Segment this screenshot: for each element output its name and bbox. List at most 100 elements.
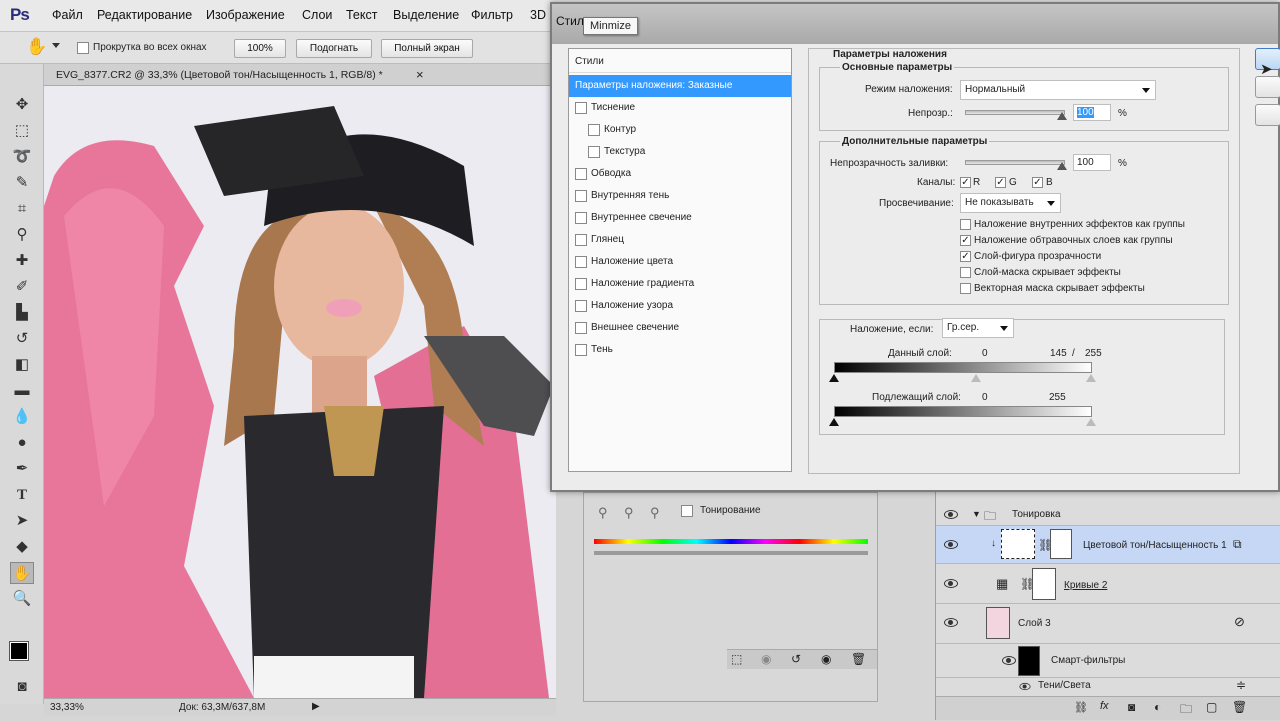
stamp-tool-icon[interactable]: ▙ — [10, 302, 34, 324]
menu-file[interactable]: Файл — [52, 8, 83, 22]
style-item-outer-glow[interactable]: Внешнее свечение — [569, 317, 791, 339]
eyedropper-minus-icon[interactable]: ⚲ — [650, 505, 660, 521]
eraser-tool-icon[interactable]: ◧ — [10, 354, 34, 376]
trash-icon[interactable]: 🗑 — [851, 652, 866, 666]
fill-opacity-slider[interactable] — [965, 160, 1065, 165]
menu-3d[interactable]: 3D — [530, 8, 546, 22]
clip-to-layer-icon[interactable]: ⬚ — [731, 652, 742, 666]
this-layer-split-thumb[interactable] — [971, 374, 981, 382]
filter-options-icon[interactable]: ≑ — [1236, 678, 1246, 692]
this-layer-black-thumb[interactable] — [829, 374, 839, 382]
style-checkbox[interactable] — [588, 146, 600, 158]
style-item-texture[interactable]: Текстура — [569, 141, 791, 163]
marquee-tool-icon[interactable]: ⬚ — [10, 120, 34, 142]
eyedropper-tool-icon[interactable]: ⚲ — [10, 224, 34, 246]
style-item-blending-options[interactable]: Параметры наложения: Заказные — [569, 75, 791, 97]
expand-chevron-icon[interactable]: ▼ — [972, 509, 981, 519]
add-mask-icon[interactable]: ◙ — [1128, 700, 1135, 714]
link-layers-icon[interactable]: ⛓ — [1074, 701, 1088, 714]
blur-tool-icon[interactable]: 💧 — [10, 406, 34, 428]
style-checkbox[interactable] — [575, 322, 587, 334]
move-tool-icon[interactable]: ✥ — [10, 94, 34, 116]
pen-tool-icon[interactable]: ✒ — [10, 458, 34, 480]
style-item-bevel[interactable]: Тиснение — [569, 97, 791, 119]
menu-filter[interactable]: Фильтр — [471, 8, 513, 22]
style-item-inner-shadow[interactable]: Внутренняя тень — [569, 185, 791, 207]
scroll-all-checkbox[interactable] — [77, 42, 89, 54]
opacity-slider-thumb[interactable] — [1057, 112, 1067, 120]
channel-g-checkbox[interactable]: ✓ — [995, 177, 1006, 188]
zoom-tool-icon[interactable]: 🔍 — [10, 588, 34, 610]
underlying-black-thumb[interactable] — [829, 418, 839, 426]
blend-if-select[interactable]: Гр.сер. — [942, 318, 1014, 338]
fill-opacity-input[interactable]: 100 — [1073, 154, 1111, 171]
status-menu-chevron-icon[interactable]: ▶ — [312, 701, 320, 712]
style-checkbox[interactable] — [575, 102, 587, 114]
style-checkbox[interactable] — [575, 212, 587, 224]
this-layer-white-thumb[interactable] — [1086, 374, 1096, 382]
crop-tool-icon[interactable]: ⌗ — [10, 198, 34, 220]
style-checkbox[interactable] — [575, 256, 587, 268]
layer-row[interactable]: ▼ 🗀 Тонировка — [936, 504, 1280, 526]
style-checkbox[interactable] — [575, 300, 587, 312]
style-item-color-overlay[interactable]: Наложение цвета — [569, 251, 791, 273]
zoom-level[interactable]: 33,33% — [50, 702, 84, 713]
style-item-pattern-overlay[interactable]: Наложение узора — [569, 295, 791, 317]
styles-header[interactable]: Стили — [569, 51, 791, 73]
history-brush-icon[interactable]: ↺ — [10, 328, 34, 350]
new-style-button[interactable] — [1255, 104, 1280, 126]
style-item-satin[interactable]: Глянец — [569, 229, 791, 251]
blend-mode-select[interactable]: Нормальный — [960, 80, 1156, 100]
layer-row-selected[interactable]: ↓ ⛓ Цветовой тон/Насыщенность 1 ⧉ — [936, 526, 1280, 564]
style-checkbox[interactable] — [575, 190, 587, 202]
new-group-icon[interactable]: 🗀 — [1180, 700, 1192, 721]
type-tool-icon[interactable]: T — [10, 484, 34, 506]
cancel-button[interactable] — [1255, 76, 1280, 98]
gradient-tool-icon[interactable]: ▬ — [10, 380, 34, 402]
style-item-contour[interactable]: Контур — [569, 119, 791, 141]
fill-screen-button[interactable]: Полный экран — [381, 39, 473, 58]
view-previous-icon[interactable]: ◉ — [761, 652, 771, 666]
eye-icon[interactable] — [944, 579, 958, 588]
tool-preset-chevron-icon[interactable] — [52, 43, 60, 48]
style-checkbox[interactable] — [575, 344, 587, 356]
eyedropper-icon[interactable]: ⚲ — [598, 505, 608, 521]
zoom-100-button[interactable]: 100% — [234, 39, 286, 58]
delete-layer-icon[interactable]: 🗑 — [1232, 700, 1247, 714]
option-checkbox-1[interactable] — [960, 219, 971, 230]
eye-icon[interactable] — [944, 540, 958, 549]
dodge-tool-icon[interactable]: ● — [10, 432, 34, 454]
visibility-icon[interactable]: ◉ — [821, 652, 831, 666]
toning-checkbox[interactable] — [681, 505, 693, 517]
brush-tool-icon[interactable]: ✐ — [10, 276, 34, 298]
menu-layers[interactable]: Слои — [302, 8, 332, 22]
eye-icon[interactable] — [944, 618, 958, 627]
eye-icon[interactable] — [1002, 656, 1016, 665]
quick-mask-icon[interactable]: ◙ — [10, 676, 34, 698]
new-layer-icon[interactable]: ▢ — [1206, 700, 1217, 714]
eyedropper-plus-icon[interactable]: ⚲ — [624, 505, 634, 521]
style-item-stroke[interactable]: Обводка — [569, 163, 791, 185]
option-checkbox-5[interactable] — [960, 283, 971, 294]
quick-select-tool-icon[interactable]: ✎ — [10, 172, 34, 194]
style-checkbox[interactable] — [575, 168, 587, 180]
option-checkbox-2[interactable]: ✓ — [960, 235, 971, 246]
fx-icon[interactable]: fx — [1100, 700, 1109, 712]
close-icon[interactable]: × — [416, 67, 424, 82]
opacity-input[interactable]: 100 — [1073, 104, 1111, 121]
menu-edit[interactable]: Редактирование — [97, 8, 192, 22]
menu-image[interactable]: Изображение — [206, 8, 285, 22]
style-checkbox[interactable] — [575, 278, 587, 290]
channel-r-checkbox[interactable]: ✓ — [960, 177, 971, 188]
fill-opacity-slider-thumb[interactable] — [1057, 162, 1067, 170]
document-tab[interactable]: EVG_8377.CR2 @ 33,3% (Цветовой тон/Насыщ… — [44, 64, 556, 86]
eye-icon[interactable] — [944, 510, 958, 519]
layer-row[interactable]: ▦ ⛓ Кривые 2 — [936, 564, 1280, 604]
document-canvas[interactable] — [44, 86, 556, 698]
style-item-inner-glow[interactable]: Внутреннее свечение — [569, 207, 791, 229]
style-checkbox[interactable] — [588, 124, 600, 136]
style-item-drop-shadow[interactable]: Тень — [569, 339, 791, 361]
eye-icon[interactable] — [1019, 682, 1031, 691]
shape-tool-icon[interactable]: ◆ — [10, 536, 34, 558]
menu-select[interactable]: Выделение — [393, 8, 459, 22]
